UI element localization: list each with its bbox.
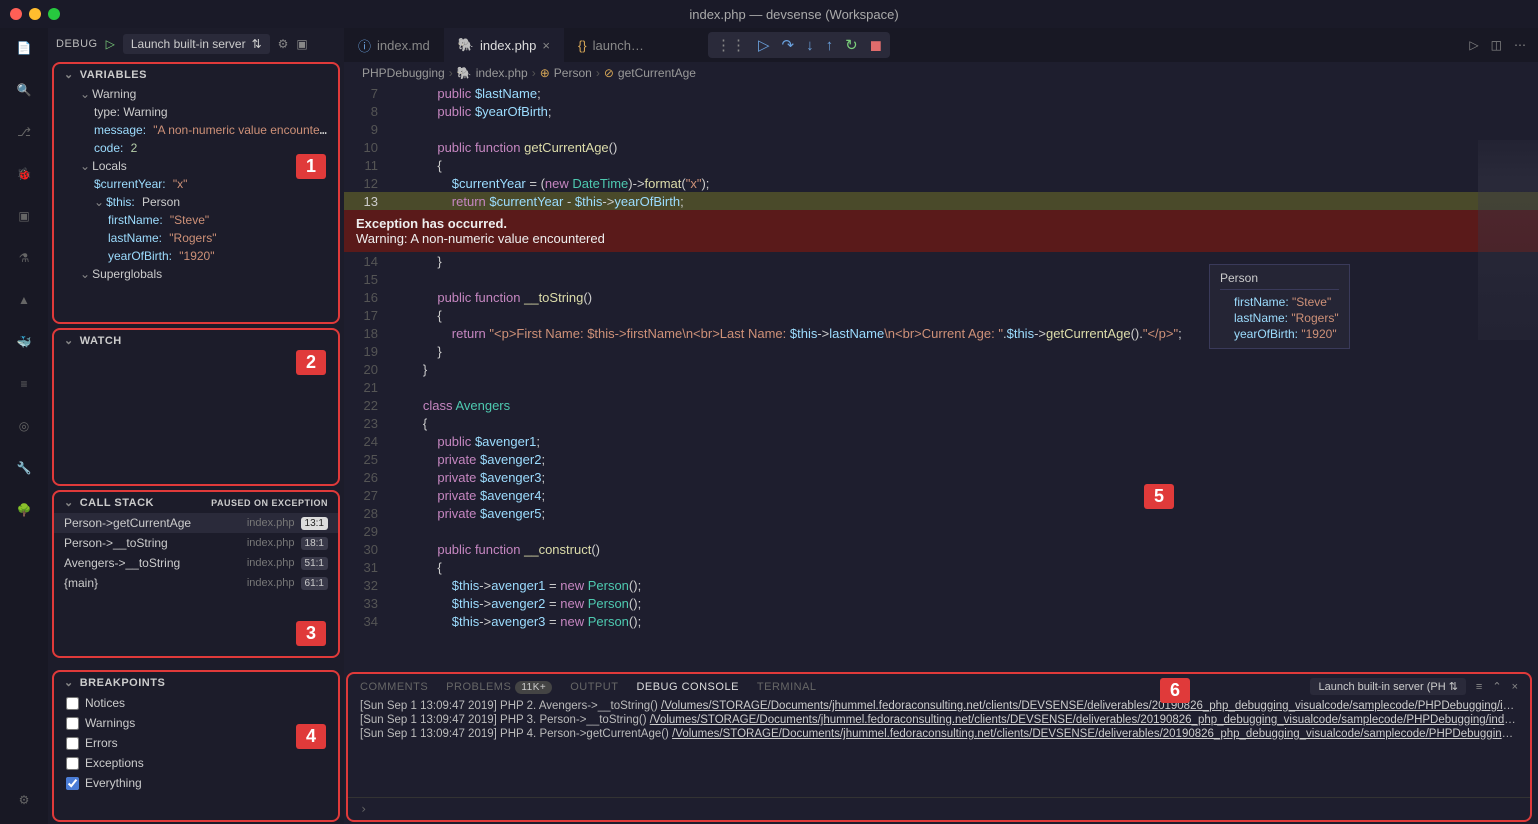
restart-icon[interactable]: ↻ xyxy=(845,36,858,54)
var-this[interactable]: ⌄$this: Person xyxy=(54,193,338,211)
paused-badge: PAUSED ON EXCEPTION xyxy=(211,498,328,508)
activity-bar: 📄 🔍 ⎇ 🐞 ▣ ⚗ ▲ 🐳 ≡ ◎ 🔧 🌳 ⚙ xyxy=(0,28,48,824)
tab-index-md[interactable]: ⓘindex.md xyxy=(344,28,444,62)
tab-output[interactable]: OUTPUT xyxy=(570,681,618,693)
close-panel-icon[interactable]: × xyxy=(1512,681,1518,693)
run-icon[interactable]: ▷ xyxy=(1469,38,1478,52)
split-editor-icon[interactable]: ◫ xyxy=(1491,38,1502,52)
breakpoint-checkbox[interactable] xyxy=(66,777,79,790)
variables-header[interactable]: ⌄VARIABLES xyxy=(54,64,338,85)
console-source-dropdown[interactable]: Launch built-in server (PH ⇅ xyxy=(1310,678,1465,695)
debug-console[interactable]: [Sun Sep 1 13:09:47 2019] PHP 2. Avenger… xyxy=(348,699,1530,797)
console-input[interactable]: › xyxy=(348,797,1530,820)
debug-toolbar: ⋮⋮ ▷ ↷ ↓ ↑ ↻ ◼ xyxy=(708,32,890,58)
watch-header[interactable]: ⌄WATCH xyxy=(54,330,338,351)
code-editor[interactable]: 5 7 public $lastName;8 public $yearOfBir… xyxy=(344,84,1538,670)
tab-terminal[interactable]: TERMINAL xyxy=(757,681,817,693)
breakpoint-item[interactable]: Notices xyxy=(54,693,338,713)
panel-tabs: COMMENTS PROBLEMS11K+ OUTPUT DEBUG CONSO… xyxy=(348,674,1530,699)
breadcrumb[interactable]: PHPDebugging› 🐘index.php› ⊕Person› ⊘getC… xyxy=(344,62,1538,84)
step-out-icon[interactable]: ↑ xyxy=(826,37,834,54)
window-controls xyxy=(10,8,60,20)
callstack-header[interactable]: ⌄CALL STACK PAUSED ON EXCEPTION xyxy=(54,492,338,513)
bottom-panel: 6 COMMENTS PROBLEMS11K+ OUTPUT DEBUG CON… xyxy=(346,672,1532,822)
callstack-panel: 3 ⌄CALL STACK PAUSED ON EXCEPTION Person… xyxy=(52,490,340,658)
beaker-icon[interactable]: ⚗ xyxy=(12,246,36,270)
minimize-window[interactable] xyxy=(29,8,41,20)
hover-tooltip: Person firstName: "Steve"lastName: "Roge… xyxy=(1209,264,1350,349)
debug-console-icon[interactable]: ▣ xyxy=(296,37,307,51)
stack-frame[interactable]: {main}index.php61:1 xyxy=(54,573,338,593)
variables-panel: 1 ⌄VARIABLES ⌄Warning type: Warning mess… xyxy=(52,62,340,324)
tree-icon[interactable]: 🌳 xyxy=(12,498,36,522)
watch-panel: 2 ⌄WATCH xyxy=(52,328,340,486)
filter-icon[interactable]: ≡ xyxy=(1476,681,1482,693)
debug-header: DEBUG ▷ Launch built-in server⇅ ⚙ ▣ xyxy=(48,28,344,60)
window-title: index.php — devsense (Workspace) xyxy=(60,7,1528,22)
var-warning[interactable]: ⌄Warning xyxy=(54,85,338,103)
minimap[interactable] xyxy=(1478,140,1538,340)
gear-icon[interactable]: ⚙ xyxy=(278,37,289,51)
breakpoints-header[interactable]: ⌄BREAKPOINTS xyxy=(54,672,338,693)
exception-banner: Exception has occurred. Warning: A non-n… xyxy=(344,210,1538,252)
debug-icon[interactable]: 🐞 xyxy=(12,162,36,186)
breakpoints-panel: 4 ⌄BREAKPOINTS NoticesWarningsErrorsExce… xyxy=(52,670,340,822)
stop-icon[interactable]: ◼ xyxy=(870,36,882,54)
breakpoint-checkbox[interactable] xyxy=(66,717,79,730)
collapse-icon[interactable]: ⌃ xyxy=(1492,680,1501,693)
wrench-icon[interactable]: 🔧 xyxy=(12,456,36,480)
breakpoint-checkbox[interactable] xyxy=(66,697,79,710)
breakpoint-item[interactable]: Exceptions xyxy=(54,753,338,773)
continue-icon[interactable]: ▷ xyxy=(758,36,770,54)
breakpoint-item[interactable]: Everything xyxy=(54,773,338,793)
target-icon[interactable]: ◎ xyxy=(12,414,36,438)
search-icon[interactable]: 🔍 xyxy=(12,78,36,102)
breakpoint-checkbox[interactable] xyxy=(66,737,79,750)
step-over-icon[interactable]: ↷ xyxy=(781,36,794,54)
maximize-window[interactable] xyxy=(48,8,60,20)
tab-comments[interactable]: COMMENTS xyxy=(360,681,428,693)
launch-config-dropdown[interactable]: Launch built-in server⇅ xyxy=(123,34,270,54)
explorer-icon[interactable]: 📄 xyxy=(12,36,36,60)
docker-icon[interactable]: 🐳 xyxy=(12,330,36,354)
step-into-icon[interactable]: ↓ xyxy=(806,37,814,54)
start-debug-icon[interactable]: ▷ xyxy=(106,37,115,51)
drag-handle-icon[interactable]: ⋮⋮ xyxy=(716,36,746,54)
sidebar: DEBUG ▷ Launch built-in server⇅ ⚙ ▣ 1 ⌄V… xyxy=(48,28,344,824)
azure-icon[interactable]: ▲ xyxy=(12,288,36,312)
tab-problems[interactable]: PROBLEMS11K+ xyxy=(446,681,552,693)
tab-launch[interactable]: {}launch… xyxy=(564,28,658,62)
source-control-icon[interactable]: ⎇ xyxy=(12,120,36,144)
breakpoint-checkbox[interactable] xyxy=(66,757,79,770)
stack-frame[interactable]: Person->__toStringindex.php18:1 xyxy=(54,533,338,553)
titlebar: index.php — devsense (Workspace) xyxy=(0,0,1538,28)
debug-label: DEBUG xyxy=(56,38,98,50)
editor-tabs: ⓘindex.md 🐘index.php× {}launch… ⋮⋮ ▷ ↷ ↓… xyxy=(344,28,1538,62)
close-window[interactable] xyxy=(10,8,22,20)
more-icon[interactable]: ⋯ xyxy=(1514,38,1526,52)
settings-icon[interactable]: ⚙ xyxy=(12,788,36,812)
database-icon[interactable]: ≡ xyxy=(12,372,36,396)
stack-frame[interactable]: Person->getCurrentAgeindex.php13:1 xyxy=(54,513,338,533)
tab-index-php[interactable]: 🐘index.php× xyxy=(444,28,564,62)
extensions-icon[interactable]: ▣ xyxy=(12,204,36,228)
tab-debug-console[interactable]: DEBUG CONSOLE xyxy=(636,681,738,693)
stack-frame[interactable]: Avengers->__toStringindex.php51:1 xyxy=(54,553,338,573)
editor-area: ⓘindex.md 🐘index.php× {}launch… ⋮⋮ ▷ ↷ ↓… xyxy=(344,28,1538,824)
close-icon[interactable]: × xyxy=(542,38,550,53)
var-superglobals[interactable]: ⌄Superglobals xyxy=(54,265,338,283)
